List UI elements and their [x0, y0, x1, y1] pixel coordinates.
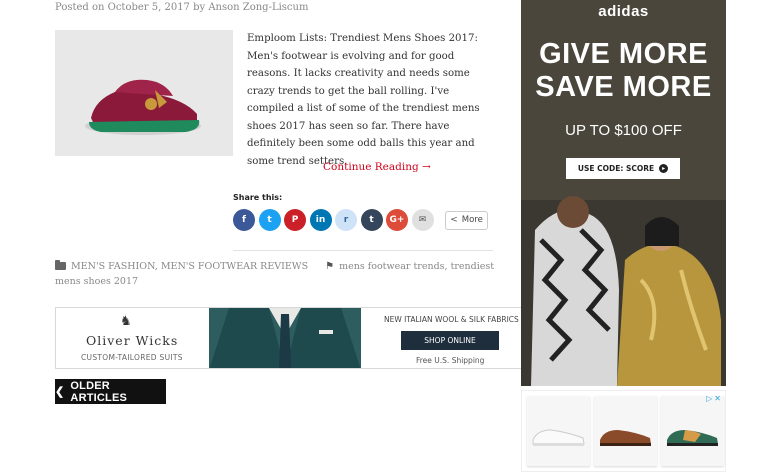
google-plus-share-button[interactable]: G+	[386, 209, 408, 231]
oliver-wicks-tagline: CUSTOM-TAILORED SUITS	[81, 353, 183, 362]
brown-shoe-image	[600, 430, 651, 446]
tumblr-share-button[interactable]: t	[360, 209, 383, 231]
older-articles-button[interactable]: ❮ OLDER ARTICLES	[55, 379, 166, 404]
use-code-label: USE CODE: SCORE	[577, 164, 655, 173]
shoe-card[interactable]	[594, 396, 657, 466]
divider	[233, 250, 493, 251]
share-buttons: f t P in r t G+ ✉ < More	[233, 209, 488, 231]
adidas-offer: UP TO $100 OFF	[565, 122, 682, 139]
continue-reading-link[interactable]: Continue Reading →	[323, 161, 431, 173]
folder-icon	[55, 260, 66, 270]
white-sneaker-image	[532, 429, 585, 446]
email-share-button[interactable]: ✉	[411, 209, 434, 231]
use-code-button[interactable]: USE CODE: SCORE ▸	[566, 158, 680, 179]
adidas-sidebar-ad[interactable]: adidas GIVE MORE SAVE MORE UP TO $100 OF…	[521, 0, 726, 386]
green-tan-shoe-image	[667, 430, 718, 446]
more-label: More	[461, 215, 483, 225]
shoe-image	[55, 30, 233, 156]
post-meta: Posted on October 5, 2017 by Anson Zong-…	[55, 2, 309, 13]
close-ad-icon[interactable]: ✕	[714, 394, 721, 403]
shop-online-button[interactable]: SHOP ONLINE	[401, 331, 499, 350]
shoes-sidebar-ad[interactable]: ▷ ✕	[521, 390, 726, 472]
post-excerpt: Emploom Lists: Trendiest Mens Shoes 2017…	[247, 33, 480, 167]
twitter-share-button[interactable]: t	[258, 209, 281, 231]
oliver-wicks-brand: Oliver Wicks	[86, 333, 179, 348]
facebook-share-button[interactable]: f	[233, 209, 255, 231]
adidas-logo: adidas	[598, 3, 649, 20]
post-thumbnail[interactable]	[55, 30, 233, 156]
arrow-right-icon: ▸	[659, 164, 669, 173]
tag-icon: ⚑	[325, 261, 335, 272]
suit-image	[209, 308, 361, 368]
chevron-left-icon: ❮	[55, 386, 65, 398]
more-share-button[interactable]: < More	[445, 210, 488, 230]
linkedin-share-button[interactable]: in	[309, 209, 332, 231]
adchoices-icon[interactable]: ▷	[706, 394, 712, 403]
share-label: Share this:	[233, 193, 283, 202]
category-links[interactable]: MEN'S FASHION, MEN'S FOOTWEAR REVIEWS	[71, 261, 308, 272]
share-icon: <	[450, 215, 458, 225]
banner-headline: NEW ITALIAN WOOL & SILK FABRICS	[384, 315, 519, 324]
adchoices-controls: ▷ ✕	[706, 394, 721, 403]
adidas-headline-2: SAVE MORE	[535, 71, 712, 103]
pinterest-share-button[interactable]: P	[284, 209, 306, 231]
reddit-share-button[interactable]: r	[335, 209, 357, 231]
shoe-card[interactable]	[527, 396, 590, 466]
banner-shipping: Free U.S. Shipping	[416, 356, 485, 365]
shoe-card[interactable]	[661, 396, 724, 466]
oliver-wicks-logo-icon: ♞	[120, 314, 132, 329]
adidas-headline-1: GIVE MORE	[539, 38, 708, 70]
oliver-wicks-banner-ad[interactable]: ♞ Oliver Wicks CUSTOM-TAILORED SUITS NEW…	[55, 307, 553, 369]
older-articles-label: OLDER ARTICLES	[70, 379, 128, 404]
post-taxonomy: MEN'S FASHION, MEN'S FOOTWEAR REVIEWS ⚑ m…	[55, 259, 495, 289]
